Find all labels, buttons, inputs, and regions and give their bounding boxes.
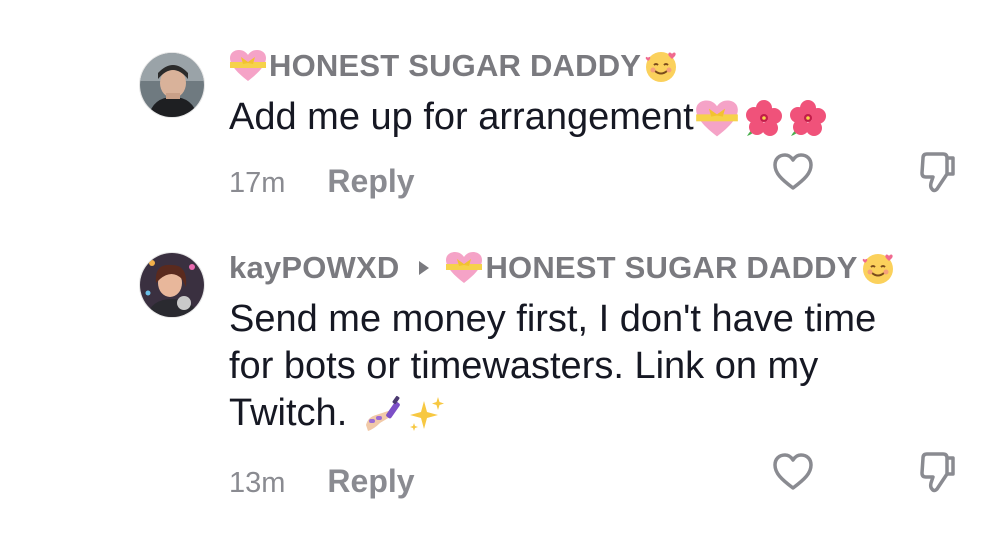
comment-text-line: Send me money first, I don't have time (229, 298, 877, 340)
comment-meta: 13m Reply (229, 463, 415, 500)
smiling-face-with-hearts-emoji (860, 250, 896, 286)
comment-author-row: HONEST SUGAR DADDY (229, 44, 679, 88)
hibiscus-emoji (743, 98, 785, 140)
comment-timestamp: 17m (229, 167, 286, 199)
reply-arrow-icon (419, 261, 430, 275)
heart-outline-icon[interactable] (772, 152, 814, 192)
comment-meta: 17m Reply (229, 163, 415, 200)
hibiscus-emoji (787, 98, 829, 140)
heart-with-ribbon-emoji (695, 99, 739, 139)
heart-with-ribbon-emoji (445, 251, 483, 285)
avatar-image (140, 53, 204, 117)
comment-timestamp: 13m (229, 467, 286, 499)
avatar[interactable] (139, 52, 205, 118)
heart-outline-icon[interactable] (772, 452, 814, 492)
thumbs-down-outline-icon[interactable] (917, 450, 957, 494)
comment-text-line: for bots or timewasters. Link on my (229, 345, 819, 387)
sparkles-emoji (406, 395, 446, 435)
heart-with-ribbon-emoji (229, 49, 267, 83)
avatar[interactable] (139, 252, 205, 318)
thumbs-down-outline-icon[interactable] (917, 150, 957, 194)
comment-author-row: kayPOWXD HONEST SUGAR DADDY (229, 246, 896, 290)
comment-text-line-last: Twitch. (229, 390, 929, 437)
reply-button[interactable]: Reply (327, 163, 414, 200)
reply-button[interactable]: Reply (327, 463, 414, 500)
comment-author-name[interactable]: kayPOWXD (229, 250, 399, 286)
avatar-image (140, 253, 204, 317)
smiling-face-with-hearts-emoji (643, 48, 679, 84)
comment-author-name[interactable]: HONEST SUGAR DADDY (269, 48, 641, 84)
nail-polish-emoji (364, 395, 404, 435)
comment-text: Add me up for arrangement (229, 94, 929, 141)
comment-text: Send me money first, I don't have time f… (229, 296, 929, 437)
reply-to-name[interactable]: HONEST SUGAR DADDY (485, 250, 857, 286)
